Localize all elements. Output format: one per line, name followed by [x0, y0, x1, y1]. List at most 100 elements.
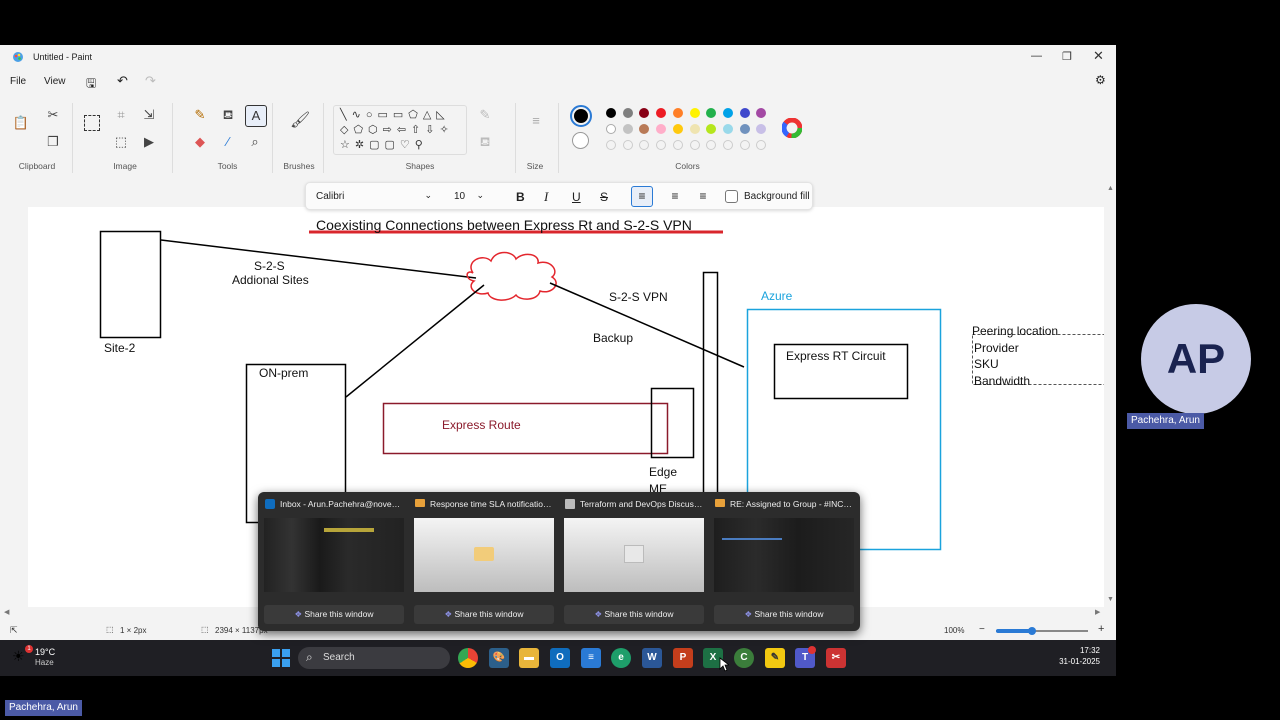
italic-button[interactable]: I	[544, 189, 548, 205]
empty-color-swatch[interactable]	[639, 140, 650, 150]
color-swatch[interactable]	[606, 108, 616, 118]
paint-taskbar-icon[interactable]: 🎨	[489, 648, 509, 668]
font-size-select[interactable]: 10 ⌄	[448, 187, 490, 206]
maximize-icon[interactable]: ❐	[1062, 50, 1072, 63]
color-swatch[interactable]	[672, 124, 683, 134]
circuit-notes[interactable]: Peering location Provider SKU Bandwidth	[972, 323, 1058, 389]
size-icon[interactable]: ≡	[527, 113, 545, 131]
color-swatch[interactable]	[756, 124, 767, 134]
empty-color-swatch[interactable]	[656, 140, 667, 150]
color-swatch[interactable]	[639, 108, 650, 118]
empty-color-swatch[interactable]	[706, 140, 717, 150]
share-this-window-button[interactable]: ❖ Share this window	[264, 605, 404, 624]
scroll-up-icon[interactable]: ▲	[1107, 185, 1114, 192]
shape-fill-icon[interactable]: ⛾	[476, 134, 494, 152]
empty-color-swatch[interactable]	[622, 140, 633, 150]
color-swatch[interactable]	[756, 108, 767, 118]
undo-icon[interactable]: ↶	[117, 73, 128, 89]
minimize-icon[interactable]: —	[1031, 50, 1042, 62]
powerpoint-icon[interactable]: P	[673, 648, 693, 668]
align-right-button[interactable]: ≡	[692, 186, 714, 207]
sticky-notes-icon[interactable]: ✎	[765, 648, 785, 668]
color-swatch[interactable]	[739, 108, 750, 118]
pencil-icon[interactable]: ✎	[191, 107, 209, 125]
share-window-item[interactable]: RE: Assigned to Group - #INC-6... ❖ Shar…	[708, 492, 858, 631]
rotate-icon[interactable]: ▶	[140, 134, 158, 152]
zoom-slider-thumb[interactable]	[1028, 627, 1036, 635]
color-swatch[interactable]	[622, 108, 633, 118]
notes-icon[interactable]: ≡	[581, 648, 601, 668]
scroll-left-icon[interactable]: ◀	[4, 608, 9, 616]
edit-colors-icon[interactable]	[782, 118, 802, 138]
edge-icon[interactable]: e	[611, 648, 631, 668]
empty-color-swatch[interactable]	[756, 140, 767, 150]
cut-icon[interactable]: ✂	[44, 107, 62, 125]
clock-date[interactable]: 31-01-2025	[1030, 657, 1100, 666]
zoom-out-icon[interactable]: −	[979, 624, 985, 635]
file-explorer-icon[interactable]: ▬	[519, 648, 539, 668]
empty-color-swatch[interactable]	[722, 140, 733, 150]
eraser-icon[interactable]: ◆	[191, 134, 209, 152]
taskbar-search[interactable]: ⌕ Search	[298, 647, 450, 669]
share-this-window-button[interactable]: ❖ Share this window	[414, 605, 554, 624]
settings-icon[interactable]: ⚙	[1095, 73, 1106, 87]
align-left-button[interactable]: ≡	[631, 186, 653, 207]
underline-button[interactable]: U	[572, 190, 581, 204]
align-center-button[interactable]: ≡	[664, 186, 686, 207]
brush-icon[interactable]: 🖌	[290, 113, 310, 131]
font-family-select[interactable]: Calibri ⌄	[310, 187, 438, 206]
image-select-icon[interactable]: ⬚	[112, 134, 130, 152]
share-this-window-button[interactable]: ❖ Share this window	[564, 605, 704, 624]
empty-color-swatch[interactable]	[739, 140, 750, 150]
redo-icon[interactable]: ↷	[145, 73, 156, 89]
select-icon[interactable]	[84, 115, 100, 131]
scroll-down-icon[interactable]: ▼	[1107, 596, 1114, 603]
vertical-scrollbar[interactable]: ▲ ▼	[1106, 185, 1114, 605]
crop-icon[interactable]: ⌗	[112, 107, 130, 125]
word-icon[interactable]: W	[642, 648, 662, 668]
scroll-right-icon[interactable]: ▶	[1095, 608, 1100, 616]
secondary-color[interactable]	[572, 132, 589, 149]
resize-icon[interactable]: ⇲	[140, 107, 158, 125]
color-swatch[interactable]	[706, 108, 717, 118]
chrome-icon[interactable]	[458, 648, 478, 668]
share-this-window-button[interactable]: ❖ Share this window	[714, 605, 854, 624]
color-swatch[interactable]	[672, 108, 683, 118]
share-window-item[interactable]: Response time SLA notification ... ❖ Sha…	[408, 492, 558, 631]
empty-color-swatch[interactable]	[672, 140, 683, 150]
color-swatch[interactable]	[722, 124, 733, 134]
clock-time[interactable]: 17:32	[1030, 646, 1100, 655]
windows-start-icon[interactable]	[272, 649, 290, 667]
magnifier-icon[interactable]: ⌕	[246, 134, 264, 152]
zoom-in-icon[interactable]: +	[1098, 623, 1104, 635]
save-icon[interactable]: 🖫	[86, 74, 96, 95]
color-swatch[interactable]	[706, 124, 717, 134]
empty-color-swatch[interactable]	[606, 140, 616, 150]
close-icon[interactable]: ✕	[1093, 48, 1104, 64]
color-swatch[interactable]	[606, 124, 616, 134]
snipping-tool-icon[interactable]: ✂	[826, 648, 846, 668]
strikethrough-button[interactable]: S	[600, 190, 608, 204]
empty-color-swatch[interactable]	[689, 140, 700, 150]
color-swatch[interactable]	[689, 124, 700, 134]
outline-icon[interactable]: ✎	[476, 107, 494, 125]
primary-color[interactable]	[570, 105, 592, 127]
color-swatch[interactable]	[656, 124, 667, 134]
copy-icon[interactable]: ❐	[44, 134, 62, 152]
share-window-item[interactable]: Inbox - Arun.Pachehra@novent... ❖ Share …	[258, 492, 408, 631]
color-picker-icon[interactable]: ⁄	[219, 134, 237, 152]
background-fill-checkbox[interactable]	[725, 190, 738, 203]
color-swatch[interactable]	[622, 124, 633, 134]
color-swatch[interactable]	[656, 108, 667, 118]
text-tool-icon[interactable]: A	[245, 105, 267, 127]
color-swatch[interactable]	[739, 124, 750, 134]
paste-icon[interactable]: 📋	[12, 115, 30, 133]
weather-icon[interactable]: ☀	[12, 648, 25, 665]
color-swatch[interactable]	[722, 108, 733, 118]
color-swatch[interactable]	[639, 124, 650, 134]
bold-button[interactable]: B	[516, 190, 525, 204]
zoom-slider[interactable]	[996, 627, 1088, 635]
chrome-profile-icon[interactable]: C	[734, 648, 754, 668]
color-swatch[interactable]	[689, 108, 700, 118]
menu-view[interactable]: View	[44, 76, 66, 87]
